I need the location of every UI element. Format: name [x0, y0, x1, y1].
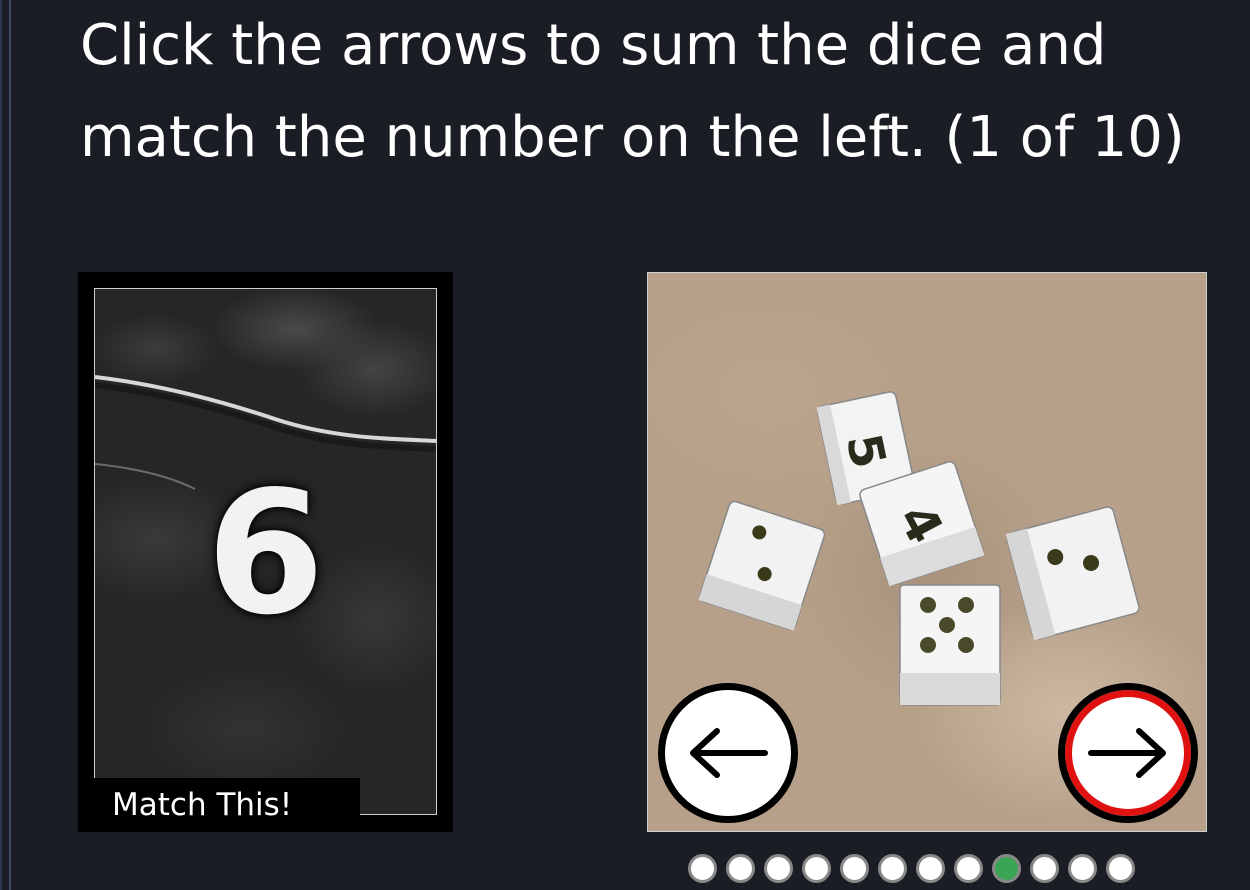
pager-dot[interactable] [916, 854, 945, 883]
previous-arrow-button[interactable] [658, 683, 798, 823]
pager-dot[interactable] [878, 854, 907, 883]
pager-dot[interactable] [840, 854, 869, 883]
die-right [1005, 506, 1140, 641]
pager-dot[interactable] [688, 854, 717, 883]
die-left [698, 500, 826, 631]
pager-dot[interactable] [1068, 854, 1097, 883]
dice-pager [688, 854, 1135, 890]
pager-dot[interactable] [1030, 854, 1059, 883]
die-bottom [899, 584, 1001, 706]
pager-dot[interactable] [954, 854, 983, 883]
pager-dot[interactable] [764, 854, 793, 883]
dice-panel: 5 4 [647, 272, 1207, 832]
window-left-border [0, 0, 11, 890]
match-this-label: Match This! [94, 778, 360, 823]
pager-dot[interactable] [1106, 854, 1135, 883]
arrow-left-icon [690, 728, 768, 778]
target-number-image: 6 [94, 288, 437, 815]
next-arrow-button[interactable] [1058, 683, 1198, 823]
pager-dot-active[interactable] [992, 854, 1021, 883]
target-card: 6 Match This! [78, 272, 453, 832]
pager-dot[interactable] [802, 854, 831, 883]
arrow-right-icon [1088, 728, 1166, 778]
pager-dot[interactable] [726, 854, 755, 883]
instruction-text: Click the arrows to sum the dice and mat… [80, 13, 1185, 170]
target-number: 6 [206, 455, 325, 653]
